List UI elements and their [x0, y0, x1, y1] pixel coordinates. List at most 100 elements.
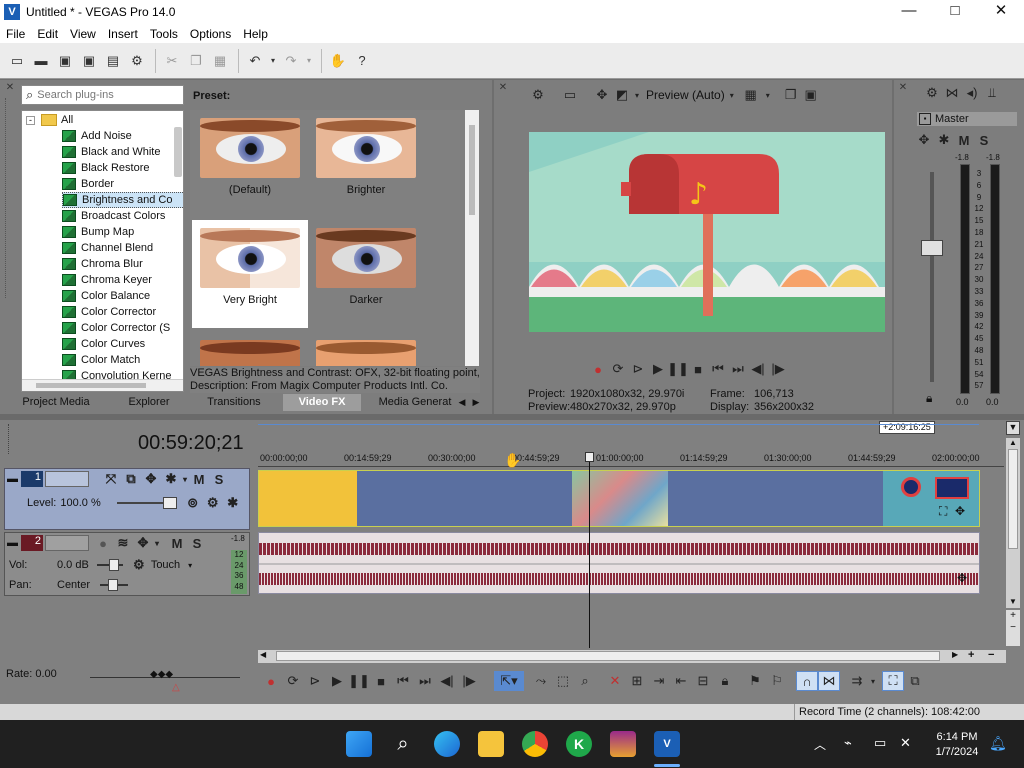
loop-playback-icon[interactable]: ⟳: [608, 360, 628, 378]
file-explorer-icon[interactable]: [478, 731, 504, 757]
plugin-item[interactable]: Color Balance: [62, 288, 150, 304]
tree-root-all[interactable]: - All: [26, 112, 73, 128]
stop-icon[interactable]: ■: [370, 671, 392, 691]
undo-icon[interactable]: ↶: [244, 50, 266, 72]
taskbar-search-icon[interactable]: ⌕: [390, 731, 416, 757]
kaspersky-icon[interactable]: K: [566, 731, 592, 757]
plugin-item[interactable]: Chroma Keyer: [62, 272, 152, 288]
go-to-start-icon[interactable]: ⏮: [392, 671, 414, 691]
windows-start-icon[interactable]: [346, 731, 372, 757]
external-monitor-icon[interactable]: ▭: [560, 86, 580, 104]
save-icon[interactable]: ▣: [54, 50, 76, 72]
video-event[interactable]: ⛶ ✥: [258, 470, 980, 527]
tab-video-fx[interactable]: Video FX: [283, 394, 361, 411]
rate-slider-thumb-icon[interactable]: ◆◆◆: [150, 669, 173, 680]
loop-playback-icon[interactable]: ⟳: [282, 671, 304, 691]
previous-frame-icon[interactable]: ◀|: [436, 671, 458, 691]
compositing-mode-icon[interactable]: ⧉: [121, 471, 141, 487]
preset-darker[interactable]: Darker: [308, 220, 424, 328]
automation-mode[interactable]: Touch: [151, 559, 180, 571]
insert-marker-icon[interactable]: ⚑: [744, 671, 766, 691]
maximize-button[interactable]: □: [932, 0, 978, 24]
tab-scroll-right-icon[interactable]: ▶: [470, 394, 482, 411]
redo-dropdown-icon[interactable]: ▾: [304, 50, 314, 72]
plugin-item-selected[interactable]: Brightness and Co: [62, 192, 183, 208]
preset-default[interactable]: (Default): [192, 110, 308, 218]
previous-frame-icon[interactable]: ◀|: [748, 360, 768, 378]
split-screen-icon[interactable]: ✥: [592, 86, 612, 104]
properties-icon[interactable]: ⚙: [126, 50, 148, 72]
plugin-search-input[interactable]: ⌕ Search plug-ins: [21, 85, 184, 105]
envelope-tool-icon[interactable]: ⤳: [530, 671, 552, 691]
plugin-item[interactable]: Add Noise: [62, 128, 132, 144]
marker-tool-icon[interactable]: ▼: [1006, 421, 1020, 435]
panel-gripper[interactable]: [5, 98, 15, 298]
chrome-browser-icon[interactable]: [522, 731, 548, 757]
master-solo-button[interactable]: S: [974, 131, 994, 149]
preview-quality-select[interactable]: Preview (Auto): [646, 88, 725, 102]
zoom-in-time-icon[interactable]: +: [968, 649, 974, 661]
scroll-right-icon[interactable]: ▶: [952, 650, 958, 659]
master-checkbox-icon[interactable]: ▪: [919, 113, 931, 125]
splitter[interactable]: [0, 414, 1024, 420]
track-height-zoom-in-icon[interactable]: +: [1006, 610, 1020, 622]
copy-icon[interactable]: ❐: [185, 50, 207, 72]
next-frame-icon[interactable]: |▶: [458, 671, 480, 691]
auto-ripple-icon[interactable]: ⇉: [846, 671, 868, 691]
zoom-tool-icon[interactable]: ⌕: [574, 671, 596, 691]
plugin-item[interactable]: Broadcast Colors: [62, 208, 165, 224]
menu-view[interactable]: View: [64, 27, 102, 41]
plugin-item[interactable]: Black and White: [62, 144, 160, 160]
composite-parent-icon[interactable]: ⊚: [183, 495, 203, 511]
display-icon[interactable]: ▭: [874, 735, 886, 751]
track-settings-icon[interactable]: ✱: [223, 495, 243, 511]
master-insert-fx-icon[interactable]: ✥: [914, 131, 934, 149]
timeline-hscrollbar[interactable]: ◀ ▶ + −: [258, 649, 1006, 663]
pause-icon[interactable]: ❚❚: [667, 360, 689, 378]
minimize-button[interactable]: —: [886, 0, 932, 24]
notification-bell-icon[interactable]: 🔔︎: [989, 735, 1007, 752]
play-icon[interactable]: ▶: [648, 360, 668, 378]
track-fx-icon[interactable]: ✱: [161, 471, 181, 487]
menu-file[interactable]: File: [0, 27, 31, 41]
panel-close-icon[interactable]: ✕: [5, 82, 15, 93]
dropdown-icon[interactable]: ▾: [188, 561, 192, 570]
show-hidden-icons-icon[interactable]: ︿: [814, 736, 826, 753]
vegas-taskbar-icon[interactable]: V: [654, 731, 680, 757]
event-pan-crop-icon[interactable]: ⛶: [939, 504, 947, 519]
mixer-downmix-icon[interactable]: ⋈: [942, 84, 962, 102]
tab-project-media[interactable]: Project Media: [20, 394, 92, 411]
open-icon[interactable]: ▬: [30, 50, 52, 72]
delete-icon[interactable]: ✕: [604, 671, 626, 691]
panel-close-icon[interactable]: ✕: [898, 82, 908, 93]
track-height-zoom-out-icon[interactable]: −: [1006, 622, 1020, 634]
play-from-start-icon[interactable]: ⊳: [628, 360, 648, 378]
plugin-item[interactable]: Color Match: [62, 352, 140, 368]
scroll-down-icon[interactable]: ▼: [1006, 597, 1020, 606]
selection-tool-icon[interactable]: ⬚: [552, 671, 574, 691]
lock-event-icon[interactable]: 🔒︎: [714, 671, 736, 691]
plugin-manager-icon[interactable]: ✋: [327, 50, 349, 72]
plugin-item[interactable]: Bump Map: [62, 224, 134, 240]
save-snapshot-icon[interactable]: ▣: [801, 86, 821, 104]
plugin-item[interactable]: Border: [62, 176, 114, 192]
ignore-event-grouping-icon[interactable]: ⧉: [904, 671, 926, 691]
rate-reset-icon[interactable]: △: [172, 682, 180, 693]
dropdown-icon[interactable]: ▾: [153, 539, 161, 548]
menu-edit[interactable]: Edit: [31, 27, 64, 41]
copy-snapshot-icon[interactable]: ❐: [781, 86, 801, 104]
master-fader-handle[interactable]: [921, 240, 943, 256]
plugin-item[interactable]: Color Corrector (S: [62, 320, 170, 336]
master-fx-icon[interactable]: ✱: [934, 131, 954, 149]
vol-slider-thumb[interactable]: [108, 559, 119, 571]
cut-icon[interactable]: ✂: [161, 50, 183, 72]
next-frame-icon[interactable]: |▶: [768, 360, 788, 378]
menu-insert[interactable]: Insert: [102, 27, 144, 41]
track-collapse-icon[interactable]: ▬: [7, 473, 21, 485]
plugin-item[interactable]: Color Curves: [62, 336, 145, 352]
audio-event-fx-icon[interactable]: ✥: [957, 571, 967, 585]
menu-help[interactable]: Help: [237, 27, 274, 41]
redo-icon[interactable]: ↷: [280, 50, 302, 72]
parent-motion-icon[interactable]: ✥: [141, 471, 161, 487]
new-icon[interactable]: ▭: [6, 50, 28, 72]
